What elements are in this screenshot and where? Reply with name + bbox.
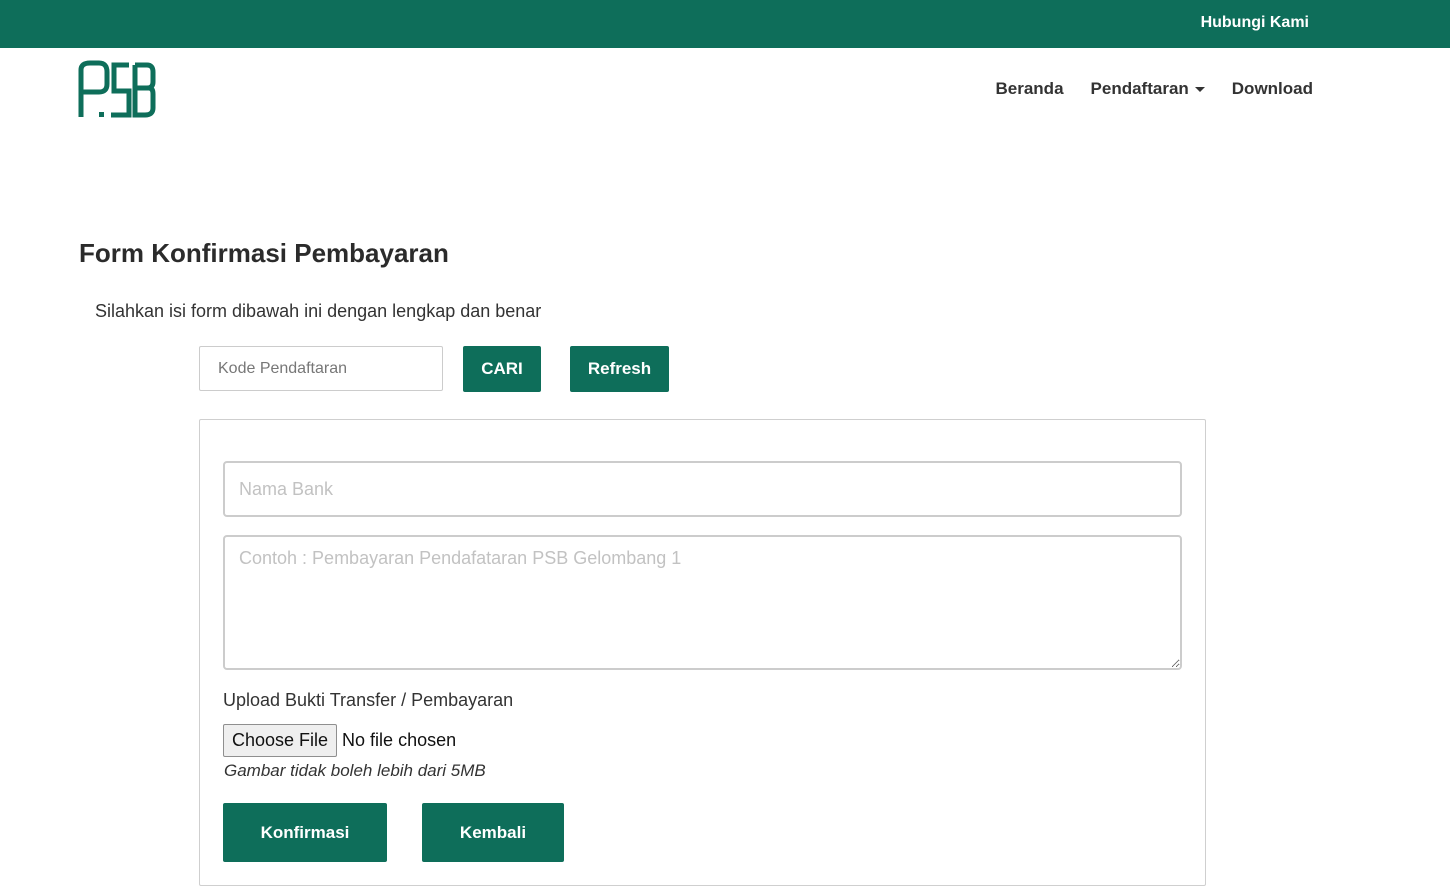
file-size-note: Gambar tidak boleh lebih dari 5MB — [224, 761, 486, 780]
main-nav: Beranda Pendaftaran Download — [969, 79, 1314, 99]
bank-name-input[interactable] — [223, 461, 1182, 517]
intro-text: Silahkan isi form dibawah ini dengan len… — [95, 301, 542, 321]
caret-down-icon — [1194, 86, 1205, 92]
back-button[interactable]: Kembali — [422, 803, 564, 862]
page-title: Form Konfirmasi Pembayaran — [79, 238, 449, 268]
top-bar: Hubungi Kami — [0, 0, 1450, 48]
contact-link[interactable]: Hubungi Kami — [1201, 14, 1309, 32]
nav-download[interactable]: Download — [1232, 79, 1313, 99]
file-status-text: No file chosen — [342, 730, 457, 750]
confirm-button[interactable]: Konfirmasi — [223, 803, 387, 862]
search-button[interactable]: CARI — [463, 346, 541, 392]
payment-description-textarea[interactable] — [223, 535, 1182, 670]
nav-beranda[interactable]: Beranda — [996, 79, 1064, 99]
nav-pendaftaran-label: Pendaftaran — [1090, 79, 1189, 98]
choose-file-button[interactable]: Choose File — [223, 724, 338, 757]
file-upload: Choose File No file chosen — [223, 724, 456, 757]
refresh-button[interactable]: Refresh — [570, 346, 669, 392]
registration-code-input[interactable] — [199, 346, 443, 391]
nav-pendaftaran-dropdown[interactable]: Pendaftaran — [1091, 79, 1205, 99]
psb-logo-icon[interactable] — [77, 60, 157, 120]
upload-label: Upload Bukti Transfer / Pembayaran — [223, 690, 514, 710]
